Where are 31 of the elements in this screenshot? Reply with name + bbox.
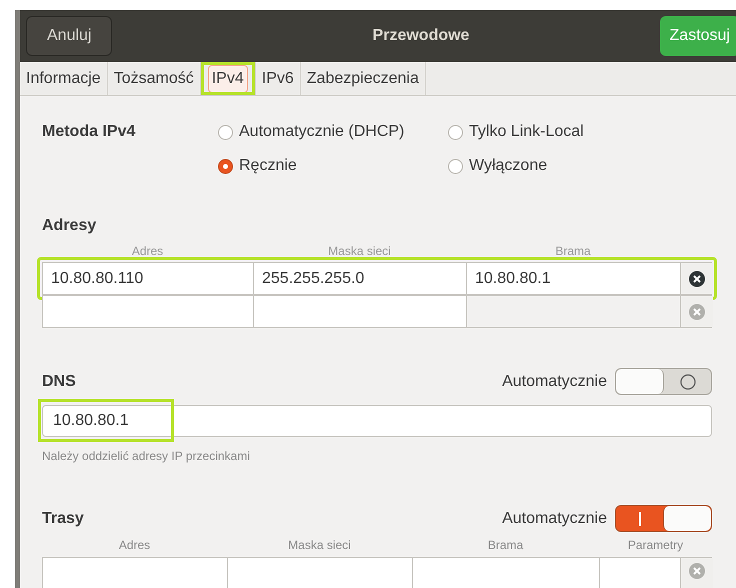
method-label: Metoda IPv4 [42, 122, 136, 142]
column-header: Adres [118, 537, 150, 554]
tab[interactable]: Zabezpieczenia [304, 66, 422, 92]
clear-icon[interactable] [689, 270, 705, 286]
toggle-switch[interactable] [615, 505, 712, 532]
tab[interactable]: Tożsamość [110, 66, 197, 92]
toggle-switch[interactable] [615, 368, 712, 395]
column-header: Maska sieci [328, 243, 391, 260]
radio-option[interactable]: Automatycznie (DHCP) [218, 120, 448, 144]
section-title: Trasy [42, 508, 84, 528]
tab[interactable]: Informacje [23, 66, 104, 92]
radio-option[interactable]: Ręcznie [218, 154, 448, 178]
tab[interactable]: IPv6 [258, 66, 297, 92]
dns-field[interactable]: 10.80.80.1 [42, 405, 712, 437]
column-header: Maska sieci [288, 537, 351, 554]
input-field[interactable] [467, 296, 681, 327]
column-header: Adres [132, 243, 164, 260]
column-header: Brama [555, 243, 591, 260]
cancel-button[interactable]: Anuluj [26, 16, 112, 56]
switch-label: Automatycznie [502, 372, 607, 392]
column-header: Brama [488, 537, 524, 554]
radio-option[interactable]: Wyłączone [448, 154, 678, 178]
hint-text: Należy oddzielić adresy IP przecinkami [42, 448, 250, 465]
switch-label: Automatycznie [502, 508, 607, 528]
tab[interactable]: IPv4 [208, 64, 248, 92]
column-header: Parametry [628, 537, 684, 554]
radio-option[interactable]: Tylko Link-Local [448, 120, 678, 144]
window-title: Przewodowe [372, 26, 470, 46]
off-icon [680, 374, 696, 390]
section-title: Adresy [42, 216, 96, 236]
section-title: DNS [42, 372, 76, 392]
